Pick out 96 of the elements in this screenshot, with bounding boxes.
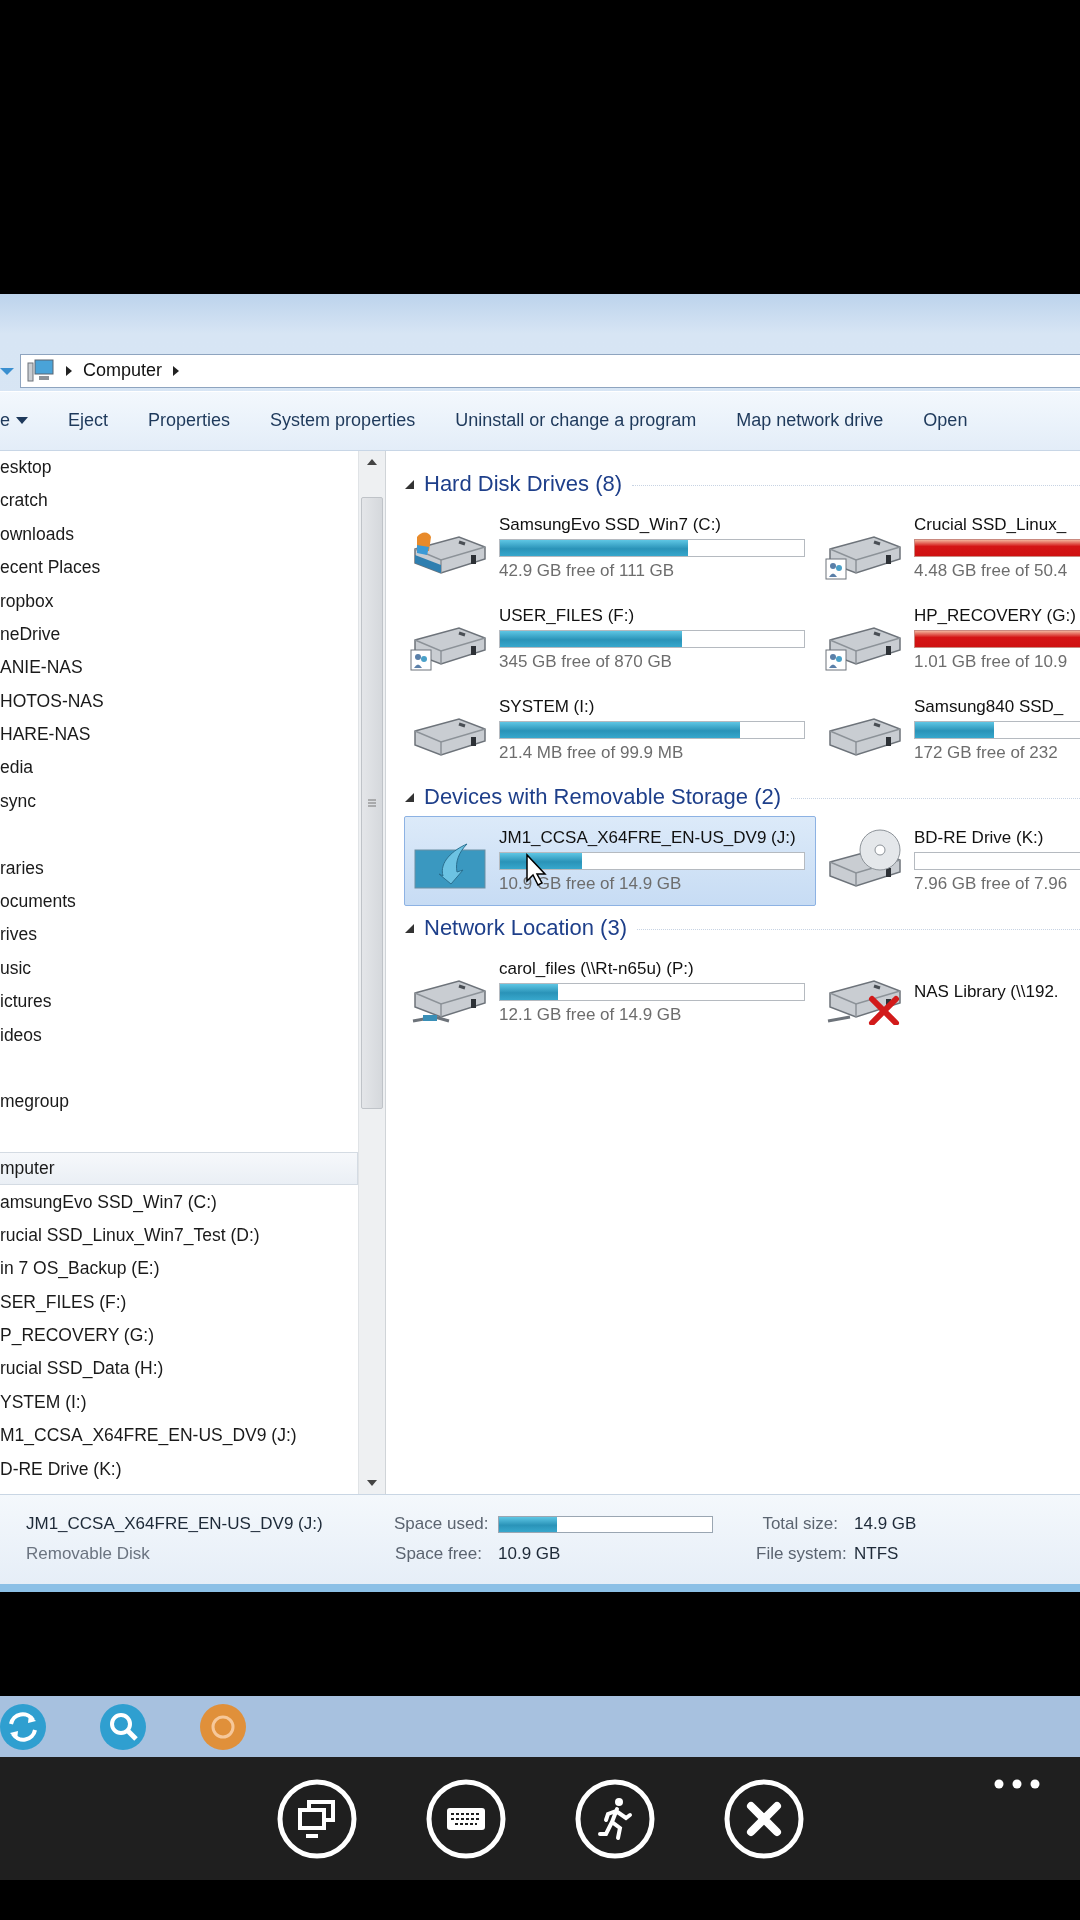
scroll-down-icon[interactable] bbox=[367, 1480, 377, 1487]
nav-item[interactable]: P_RECOVERY (G:) bbox=[0, 1318, 358, 1353]
field-label: Total size: bbox=[761, 1514, 839, 1535]
nav-item[interactable]: M1_CCSA_X64FRE_EN-US_DV9 (J:) bbox=[0, 1419, 358, 1453]
nav-item[interactable]: HARE-NAS bbox=[0, 717, 358, 752]
nav-item[interactable]: ownloads bbox=[0, 517, 358, 551]
dropdown-icon[interactable] bbox=[0, 365, 14, 376]
scrollbar[interactable] bbox=[358, 450, 386, 1495]
drive-tile[interactable]: BD-RE Drive (K:) 7.96 GB free of 7.96 bbox=[819, 815, 1080, 906]
field-value: 14.9 GB bbox=[854, 1514, 918, 1535]
drive-type: Removable Disk bbox=[26, 1544, 151, 1565]
toolbar-button[interactable]: Eject bbox=[48, 410, 129, 432]
caret-icon bbox=[16, 416, 28, 425]
computer-icon bbox=[27, 358, 55, 383]
section-title: Devices with Removable Storage (2) bbox=[424, 783, 782, 810]
free-space-text: 345 GB free of 870 GB bbox=[499, 651, 673, 672]
field-label: Space used: bbox=[394, 1514, 490, 1535]
drive-tile[interactable]: Crucial SSD_Linux_ 4.48 GB free of 50.4 bbox=[819, 502, 1080, 593]
drive-name: carol_files (\\Rt-n65u) (P:) bbox=[499, 958, 695, 979]
drive-tile[interactable]: USER_FILES (F:) 345 GB free of 870 GB bbox=[404, 593, 816, 684]
grip-icon bbox=[368, 797, 376, 808]
toolbar-button[interactable]: Open bbox=[903, 410, 988, 432]
section-title: Network Location (3) bbox=[424, 914, 627, 941]
drive-name: USER_FILES (F:) bbox=[499, 605, 636, 626]
switch-window-button[interactable] bbox=[275, 1777, 358, 1860]
scroll-up-icon[interactable] bbox=[367, 458, 377, 465]
nav-item[interactable]: edia bbox=[0, 751, 358, 785]
exit-button[interactable] bbox=[573, 1777, 656, 1860]
nav-item[interactable]: rucial SSD_Data (H:) bbox=[0, 1352, 358, 1386]
drive-name: Samsung840 SSD_ bbox=[914, 696, 1065, 717]
chevron-icon bbox=[65, 364, 73, 377]
nav-item[interactable]: in 7 OS_Backup (E:) bbox=[0, 1252, 358, 1286]
collapse-icon[interactable] bbox=[404, 478, 414, 489]
chevron-icon[interactable] bbox=[172, 364, 181, 377]
nav-item[interactable]: ecent Places bbox=[0, 550, 358, 585]
nav-item[interactable]: esktop bbox=[0, 450, 358, 485]
more-icon[interactable] bbox=[994, 1779, 1040, 1789]
free-space-text: 172 GB free of 232 bbox=[914, 742, 1059, 763]
nav-item[interactable]: amsungEvo SSD_Win7 (C:) bbox=[0, 1185, 358, 1219]
drive-name: JM1_CCSA_X64FRE_EN-US_DV9 (J:) bbox=[26, 1514, 324, 1535]
free-space-text: 1.01 GB free of 10.9 bbox=[914, 651, 1069, 672]
field-value: NTFS bbox=[854, 1544, 900, 1565]
nav-item[interactable]: YSTEM (I:) bbox=[0, 1385, 358, 1420]
drive-name: HP_RECOVERY (G:) bbox=[914, 605, 1077, 626]
drive-tile[interactable]: Samsung840 SSD_ 172 GB free of 232 bbox=[819, 684, 1080, 775]
toolbar-button[interactable]: Properties bbox=[128, 410, 251, 432]
field-value: 10.9 GB bbox=[498, 1544, 562, 1565]
field-label: File system: bbox=[756, 1544, 846, 1565]
field-label: Space free: bbox=[394, 1544, 483, 1565]
nav-item[interactable]: neDrive bbox=[0, 617, 358, 652]
nav-item[interactable]: megroup bbox=[0, 1085, 358, 1119]
drive-tile[interactable]: SYSTEM (I:) 21.4 MB free of 99.9 MB bbox=[404, 684, 816, 775]
address-field[interactable]: Computer bbox=[20, 353, 1080, 388]
nav-item[interactable]: raries bbox=[0, 851, 358, 885]
nav-item[interactable]: ideos bbox=[0, 1018, 358, 1052]
toolbar-button[interactable]: Uninstall or change a program bbox=[435, 410, 717, 432]
nav-item[interactable]: mputer bbox=[0, 1151, 358, 1186]
toolbar-button[interactable]: Map network drive bbox=[716, 410, 904, 432]
nav-item[interactable]: sync bbox=[0, 784, 358, 819]
scroll-thumb[interactable] bbox=[361, 496, 383, 1109]
toolbar-button[interactable]: System properties bbox=[250, 410, 436, 432]
nav-item[interactable]: rucial SSD_Linux_Win7_Test (D:) bbox=[0, 1218, 358, 1253]
refresh-icon[interactable] bbox=[0, 1701, 48, 1752]
nav-item[interactable]: ANIE-NAS bbox=[0, 651, 358, 685]
drive-name: SamsungEvo SSD_Win7 (C:) bbox=[499, 514, 723, 535]
nav-item[interactable]: usic bbox=[0, 951, 358, 985]
collapse-icon[interactable] bbox=[404, 791, 414, 802]
drive-tile[interactable]: NAS Library (\\192. bbox=[819, 946, 1080, 1037]
organize-menu[interactable]: e bbox=[0, 410, 48, 432]
nav-item[interactable]: ropbox bbox=[0, 584, 358, 618]
nav-item[interactable]: SER_FILES (F:) bbox=[0, 1285, 358, 1319]
section-title: Hard Disk Drives (8) bbox=[424, 470, 623, 497]
close-button[interactable] bbox=[722, 1777, 805, 1860]
free-space-text: 42.9 GB free of 111 GB bbox=[499, 560, 676, 581]
nav-item[interactable]: cratch bbox=[0, 484, 358, 518]
keyboard-button[interactable] bbox=[424, 1777, 507, 1860]
drive-tile[interactable]: HP_RECOVERY (G:) 1.01 GB free of 10.9 bbox=[819, 593, 1080, 684]
search-icon[interactable] bbox=[98, 1701, 148, 1752]
free-space-text: 12.1 GB free of 14.9 GB bbox=[499, 1004, 683, 1025]
collapse-icon[interactable] bbox=[404, 922, 414, 933]
nav-item[interactable]: D-RE Drive (K:) bbox=[0, 1452, 358, 1486]
free-space-text: 7.96 GB free of 7.96 bbox=[914, 873, 1069, 894]
drive-tile[interactable]: carol_files (\\Rt-n65u) (P:) 12.1 GB free of 14.9 GB bbox=[404, 946, 816, 1037]
drive-name: NAS Library (\\192. bbox=[914, 981, 1060, 1002]
drive-name: JM1_CCSA_X64FRE_EN-US_DV9 (J:) bbox=[499, 827, 797, 848]
nav-item[interactable]: ocuments bbox=[0, 884, 358, 919]
drive-tile[interactable]: SamsungEvo SSD_Win7 (C:) 42.9 GB free of 111 GB bbox=[404, 502, 816, 593]
location-text[interactable]: Computer bbox=[83, 360, 163, 382]
nav-item[interactable]: ictures bbox=[0, 985, 358, 1019]
free-space-text: 21.4 MB free of 99.9 MB bbox=[499, 742, 685, 763]
nav-item[interactable]: rives bbox=[0, 918, 358, 952]
drive-name: BD-RE Drive (K:) bbox=[914, 827, 1045, 848]
drive-name: Crucial SSD_Linux_ bbox=[914, 514, 1068, 535]
drive-name: SYSTEM (I:) bbox=[499, 696, 596, 717]
nav-item[interactable]: HOTOS-NAS bbox=[0, 684, 358, 718]
free-space-text: 4.48 GB free of 50.4 bbox=[914, 560, 1069, 581]
